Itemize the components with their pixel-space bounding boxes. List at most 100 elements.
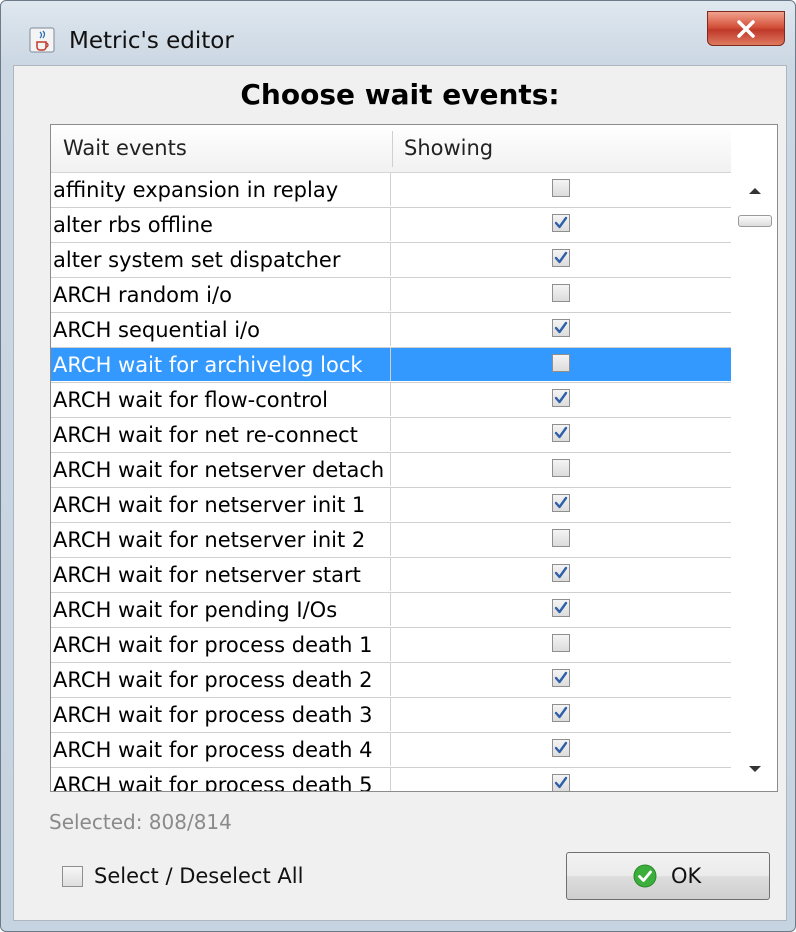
- table-row[interactable]: ARCH wait for netserver init 2: [51, 523, 731, 558]
- wait-event-cell[interactable]: ARCH wait for flow-control: [51, 383, 391, 416]
- close-button[interactable]: [707, 11, 785, 46]
- table-body: affinity expansion in replay alter rbs of…: [51, 173, 731, 792]
- wait-event-name: ARCH wait for netserver init 2: [53, 528, 366, 552]
- showing-cell[interactable]: [391, 208, 731, 241]
- showing-checkbox[interactable]: [552, 424, 570, 442]
- showing-checkbox[interactable]: [552, 319, 570, 337]
- wait-event-cell[interactable]: ARCH wait for process death 1: [51, 628, 391, 661]
- table-row[interactable]: ARCH wait for netserver start: [51, 558, 731, 593]
- wait-event-cell[interactable]: ARCH wait for netserver detach: [51, 453, 391, 486]
- showing-cell[interactable]: [391, 733, 731, 766]
- showing-cell[interactable]: [391, 313, 731, 346]
- showing-cell[interactable]: [391, 418, 731, 451]
- selected-count: Selected: 808/814: [49, 810, 232, 834]
- wait-event-cell[interactable]: ARCH wait for netserver start: [51, 558, 391, 591]
- column-divider: [392, 131, 393, 167]
- showing-checkbox[interactable]: [552, 704, 570, 722]
- table-row[interactable]: ARCH wait for process death 1: [51, 628, 731, 663]
- wait-event-cell[interactable]: ARCH wait for netserver init 2: [51, 523, 391, 556]
- table-row[interactable]: ARCH wait for net re-connect: [51, 418, 731, 453]
- wait-event-cell[interactable]: ARCH sequential i/o: [51, 313, 391, 346]
- wait-event-cell[interactable]: affinity expansion in replay: [51, 173, 391, 206]
- table-row[interactable]: ARCH wait for process death 2: [51, 663, 731, 698]
- showing-cell[interactable]: [391, 243, 731, 276]
- showing-cell[interactable]: [391, 698, 731, 731]
- select-all-checkbox-box[interactable]: [62, 866, 83, 887]
- showing-cell[interactable]: [391, 768, 731, 791]
- wait-event-cell[interactable]: ARCH wait for process death 4: [51, 733, 391, 766]
- table-row[interactable]: ARCH sequential i/o: [51, 313, 731, 348]
- table-row[interactable]: alter system set dispatcher: [51, 243, 731, 278]
- title-bar[interactable]: Metric's editor: [1, 1, 795, 65]
- scroll-up-arrow-icon[interactable]: [748, 187, 762, 195]
- wait-event-name: affinity expansion in replay: [53, 178, 339, 202]
- table-row[interactable]: ARCH random i/o: [51, 278, 731, 313]
- wait-event-name: ARCH wait for pending I/Os: [53, 598, 338, 622]
- table-row[interactable]: ARCH wait for netserver init 1: [51, 488, 731, 523]
- table-row[interactable]: affinity expansion in replay: [51, 173, 731, 208]
- close-x-icon: [737, 19, 755, 38]
- wait-event-name: ARCH random i/o: [53, 283, 232, 307]
- wait-event-name: ARCH wait for process death 2: [53, 668, 373, 692]
- showing-checkbox[interactable]: [552, 389, 570, 407]
- wait-event-name: ARCH wait for flow-control: [53, 388, 328, 412]
- showing-checkbox[interactable]: [552, 459, 570, 477]
- showing-cell[interactable]: [391, 278, 731, 311]
- wait-event-name: ARCH wait for process death 4: [53, 738, 373, 762]
- wait-event-cell[interactable]: ARCH wait for process death 5: [51, 768, 391, 792]
- showing-cell[interactable]: [391, 593, 731, 626]
- vertical-scrollbar[interactable]: [734, 173, 776, 790]
- showing-cell[interactable]: [391, 383, 731, 416]
- showing-checkbox[interactable]: [552, 214, 570, 232]
- wait-event-cell[interactable]: ARCH wait for netserver init 1: [51, 488, 391, 521]
- showing-cell[interactable]: [391, 348, 731, 381]
- showing-cell[interactable]: [391, 523, 731, 556]
- wait-event-name: ARCH wait for archivelog lock: [53, 353, 363, 377]
- showing-checkbox[interactable]: [552, 634, 570, 652]
- column-header-wait-events[interactable]: Wait events: [63, 125, 187, 172]
- showing-checkbox[interactable]: [552, 774, 570, 791]
- showing-cell[interactable]: [391, 453, 731, 486]
- wait-event-name: ARCH wait for process death 3: [53, 703, 373, 727]
- showing-checkbox[interactable]: [552, 739, 570, 757]
- table-row[interactable]: ARCH wait for archivelog lock: [51, 348, 731, 383]
- wait-event-name: ARCH wait for netserver detach: [53, 458, 385, 482]
- table-row[interactable]: ARCH wait for process death 3: [51, 698, 731, 733]
- showing-cell[interactable]: [391, 558, 731, 591]
- checkmark-icon: [554, 321, 568, 334]
- wait-event-cell[interactable]: ARCH wait for archivelog lock: [51, 348, 391, 381]
- showing-checkbox[interactable]: [552, 354, 570, 372]
- showing-checkbox[interactable]: [552, 599, 570, 617]
- showing-checkbox[interactable]: [552, 284, 570, 302]
- ok-button[interactable]: OK: [566, 852, 770, 900]
- showing-cell[interactable]: [391, 628, 731, 661]
- table-row[interactable]: ARCH wait for netserver detach: [51, 453, 731, 488]
- showing-checkbox[interactable]: [552, 494, 570, 512]
- showing-checkbox[interactable]: [552, 529, 570, 547]
- showing-checkbox[interactable]: [552, 249, 570, 267]
- showing-cell[interactable]: [391, 663, 731, 696]
- showing-cell[interactable]: [391, 488, 731, 521]
- column-header-showing[interactable]: Showing: [404, 125, 493, 172]
- showing-checkbox[interactable]: [552, 669, 570, 687]
- wait-event-cell[interactable]: ARCH wait for pending I/Os: [51, 593, 391, 626]
- wait-event-cell[interactable]: ARCH random i/o: [51, 278, 391, 311]
- showing-checkbox[interactable]: [552, 564, 570, 582]
- table-row[interactable]: ARCH wait for process death 4: [51, 733, 731, 768]
- table-row[interactable]: ARCH wait for pending I/Os: [51, 593, 731, 628]
- scrollbar-thumb[interactable]: [738, 215, 772, 227]
- showing-checkbox[interactable]: [552, 179, 570, 197]
- scroll-down-arrow-icon[interactable]: [748, 765, 762, 773]
- wait-event-cell[interactable]: alter system set dispatcher: [51, 243, 391, 276]
- wait-event-cell[interactable]: alter rbs offline: [51, 208, 391, 241]
- table-row[interactable]: ARCH wait for flow-control: [51, 383, 731, 418]
- wait-event-cell[interactable]: ARCH wait for process death 3: [51, 698, 391, 731]
- wait-event-cell[interactable]: ARCH wait for net re-connect: [51, 418, 391, 451]
- wait-event-name: ARCH wait for process death 5: [53, 773, 373, 792]
- checkmark-icon: [554, 496, 568, 509]
- ok-label: OK: [671, 864, 702, 888]
- table-row[interactable]: alter rbs offline: [51, 208, 731, 243]
- wait-event-cell[interactable]: ARCH wait for process death 2: [51, 663, 391, 696]
- showing-cell[interactable]: [391, 173, 731, 206]
- table-row[interactable]: ARCH wait for process death 5: [51, 768, 731, 792]
